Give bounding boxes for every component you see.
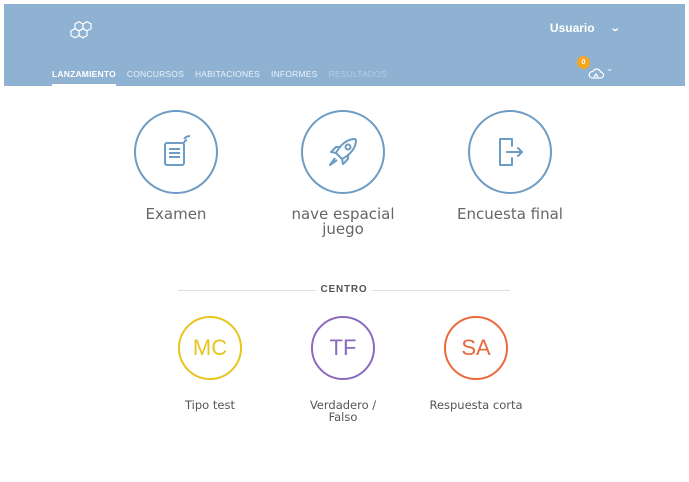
app-frame: Usuario ⌄ LANZAMIENTO CONCURSOS HABITACI… xyxy=(4,4,685,478)
main-nav: LANZAMIENTO CONCURSOS HABITACIONES INFOR… xyxy=(52,69,387,86)
launch-label-line: juego xyxy=(322,220,364,238)
launch-label-encuesta-final: Encuesta final xyxy=(457,205,563,223)
question-type-label: Respuesta corta xyxy=(429,398,523,412)
launch-label-nave-espacial: nave espacial juego xyxy=(253,207,433,237)
launch-label-examen: Examen xyxy=(145,205,207,223)
cloud-menu[interactable]: 0 ⌄ xyxy=(577,56,624,79)
rocket-icon-circle xyxy=(301,110,385,194)
launch-examen[interactable]: Examen xyxy=(86,110,266,222)
centro-section-header: CENTRO xyxy=(178,281,510,301)
hexagon-logo-icon[interactable] xyxy=(67,16,95,44)
user-name: Usuario xyxy=(549,21,595,35)
rocket-icon xyxy=(329,138,357,166)
quiz-icon xyxy=(164,135,191,166)
chevron-down-icon: ⌄ xyxy=(609,22,621,34)
exit-icon-circle xyxy=(468,110,552,194)
question-type-respuesta-corta[interactable]: SA Respuesta corta xyxy=(406,316,546,411)
divider xyxy=(372,290,510,291)
question-type-label: Verdadero / Falso xyxy=(273,399,413,423)
tab-informes[interactable]: INFORMES xyxy=(271,69,317,86)
quiz-icon-circle xyxy=(134,110,218,194)
question-type-tipo-test[interactable]: MC Tipo test xyxy=(140,316,280,411)
sa-badge: SA xyxy=(444,316,508,380)
chevron-down-icon: ⌄ xyxy=(606,64,614,74)
tab-resultados[interactable]: RESULTADOS xyxy=(329,69,387,86)
top-header: Usuario ⌄ LANZAMIENTO CONCURSOS HABITACI… xyxy=(4,4,685,86)
tab-concursos[interactable]: CONCURSOS xyxy=(127,69,184,86)
tf-badge: TF xyxy=(311,316,375,380)
user-menu[interactable]: Usuario ⌄ xyxy=(549,21,621,35)
tab-habitaciones[interactable]: HABITACIONES xyxy=(195,69,260,86)
launch-nave-espacial[interactable]: nave espacial juego xyxy=(253,110,433,237)
cloud-icon xyxy=(588,64,605,83)
mc-badge: MC xyxy=(178,316,242,380)
exit-icon xyxy=(499,138,523,166)
question-type-label-line: Falso xyxy=(328,410,358,424)
question-type-label: Tipo test xyxy=(185,398,235,412)
question-type-verdadero-falso[interactable]: TF Verdadero / Falso xyxy=(273,316,413,423)
launch-encuesta-final[interactable]: Encuesta final xyxy=(420,110,600,222)
tab-lanzamiento[interactable]: LANZAMIENTO xyxy=(52,69,116,86)
